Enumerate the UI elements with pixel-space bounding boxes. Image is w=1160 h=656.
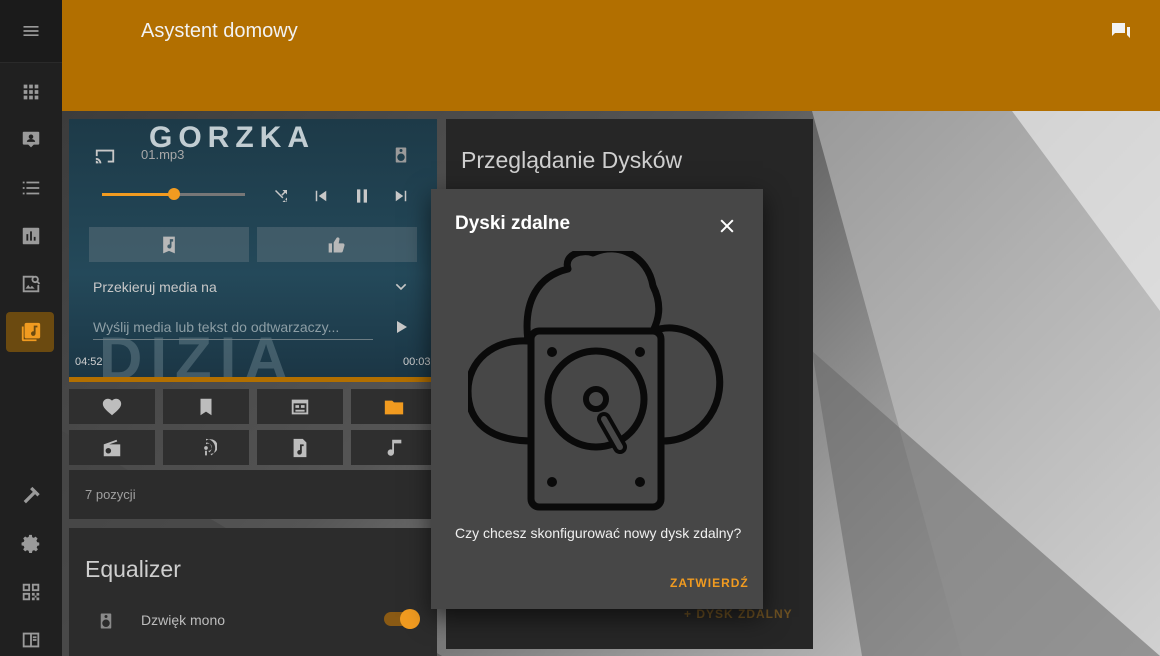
heart-icon [102,398,122,415]
chevron-down-icon[interactable] [393,279,409,295]
screen-share-icon [22,131,40,148]
cast-icon[interactable] [93,146,117,168]
seek-slider-knob[interactable] [167,188,180,200]
library-music-icon [21,322,41,342]
music-file-icon [293,438,307,457]
thumb-up-icon [328,236,345,253]
hammer-icon [23,486,40,504]
player-accent-bar [69,377,437,382]
redirect-media-label[interactable]: Przekieruj media na [93,279,217,295]
sidebar-item-screen[interactable] [0,120,62,160]
dialog-title: Dyski zdalne [455,213,571,234]
previous-icon[interactable] [312,187,330,205]
folder-button[interactable] [351,389,437,424]
music-button[interactable] [351,430,437,465]
podcast-icon [204,438,217,455]
radio-button[interactable] [69,430,155,465]
speaker-icon [100,613,112,629]
apps-icon [23,84,39,100]
sources-button[interactable] [257,389,343,424]
next-icon[interactable] [392,187,410,205]
disk-browser-title: Przeglądanie Dysków [461,147,683,173]
sidebar-item-media-search[interactable] [0,264,62,304]
seek-slider[interactable] [102,188,245,200]
chat-icon[interactable] [1109,20,1133,44]
bookmark-icon [200,398,212,415]
sidebar-item-media-library[interactable] [0,312,62,352]
menu-icon [23,26,39,36]
qr-code-icon [22,583,40,601]
favorites-button[interactable] [69,389,155,424]
sidebar-item-list[interactable] [0,168,62,208]
audio-files-button[interactable] [257,430,343,465]
file-name: 01.mp3 [141,147,185,162]
time-right: 00:03 [403,356,431,368]
positions-card: 7 pozycji [69,470,437,519]
book-icon [22,632,40,648]
equalizer-card: Equalizer Dzwięk mono [69,528,437,656]
add-remote-disk-button[interactable]: + DYSK ZDALNY [684,607,793,621]
positions-count: 7 pozycji [85,487,136,502]
confirm-button[interactable]: ZATWIERDŹ [670,576,749,590]
like-button[interactable] [257,227,417,262]
page-title: Asystent domowy [141,20,298,42]
music-file-icon [163,236,175,253]
mono-sound-label: Dzwięk mono [141,612,226,628]
calendar-view-icon [291,399,309,414]
sidebar-item-qr[interactable] [0,572,62,612]
menu-button[interactable] [0,0,62,63]
send-icon[interactable] [393,319,409,335]
close-icon[interactable] [717,216,737,236]
pause-icon[interactable] [352,186,372,206]
chart-icon [22,227,40,245]
mono-sound-toggle[interactable] [384,609,420,629]
top-app-bar: Asystent domowy [62,0,1160,111]
image-search-icon [22,275,41,293]
sidebar-item-history[interactable] [0,216,62,256]
speaker-icon[interactable] [392,145,410,165]
folder-icon [384,400,404,414]
podcast-button[interactable] [163,430,249,465]
list-icon [22,181,40,195]
gear-icon [21,534,40,553]
sidebar-item-developer[interactable] [0,476,62,516]
radio-icon [103,439,121,456]
sidebar-item-settings[interactable] [0,524,62,564]
sidebar-item-dashboard[interactable] [0,72,62,112]
sidebar [0,0,62,656]
equalizer-title: Equalizer [85,556,181,582]
cloud-hard-drive-icon [468,251,724,511]
seek-slider-fill [102,193,174,196]
lyrics-button[interactable] [89,227,249,262]
dialog-question: Czy chcesz skonfigurować nowy dysk zdaln… [455,525,742,541]
mono-sound-toggle-knob [400,609,420,629]
music-note-icon [387,439,402,456]
send-media-input[interactable]: Wyślij media lub tekst do odtwarzaczy... [93,319,373,340]
sidebar-item-info[interactable] [0,620,62,656]
remote-disks-dialog: Dyski zdalne Czy chcesz skonfigurować no… [431,189,763,609]
time-left: 04:52 [75,356,103,368]
bookmarks-button[interactable] [163,389,249,424]
media-player-card: GORZKA DIZIA 01.mp3 Przekieruj media na … [69,119,437,377]
shuffle-icon[interactable] [272,187,290,205]
